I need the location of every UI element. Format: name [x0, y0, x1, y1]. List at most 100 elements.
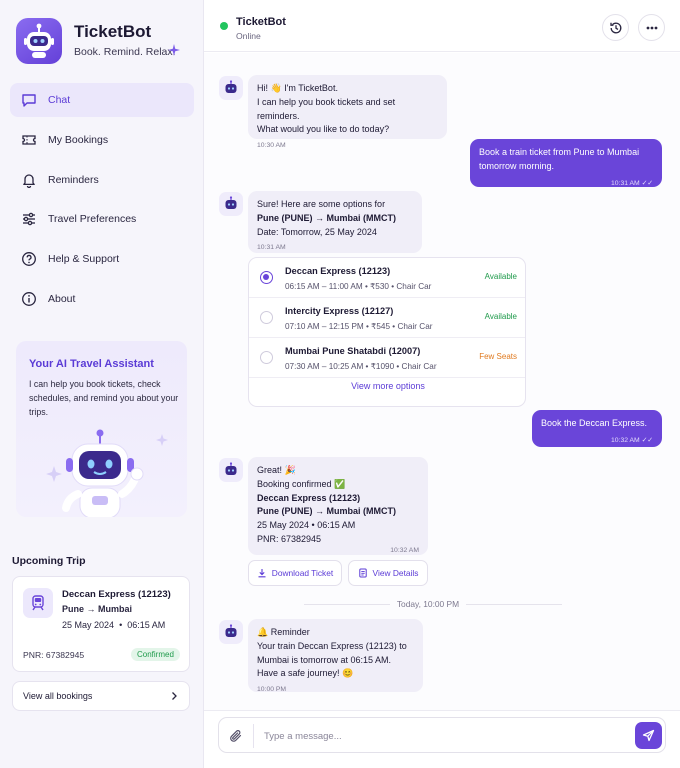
divider-line	[466, 604, 562, 605]
nav-label: My Bookings	[48, 134, 109, 146]
help-icon	[20, 250, 38, 268]
message-text: 🔔 Reminder	[257, 627, 310, 637]
assistant-promo-card: Your AI Travel Assistant I can help you …	[16, 341, 187, 517]
nav-item-about[interactable]: About	[10, 282, 194, 316]
train-name: Deccan Express (12123)	[285, 266, 391, 276]
paperclip-icon	[230, 730, 242, 742]
nav-item-chat[interactable]: Chat	[10, 83, 194, 117]
message-text: Deccan Express (12123)	[257, 492, 361, 503]
message-text: Date: Tomorrow, 25 May 2024	[257, 226, 377, 237]
divider-line	[304, 604, 390, 605]
option-radio[interactable]	[260, 311, 273, 324]
trip-date: 25 May 2024	[62, 620, 115, 630]
message-text: Book the Deccan Express.	[541, 418, 648, 428]
message-text: Have a safe journey! 😊	[257, 668, 354, 679]
chat-title: TicketBot	[236, 16, 286, 28]
chat-icon	[20, 91, 38, 109]
train-option[interactable]: Deccan Express (12123) 06:15 AM – 11:00 …	[249, 258, 525, 298]
message-time: 10:30 AM	[257, 142, 286, 150]
nav-item-reminders[interactable]: Reminders	[10, 163, 194, 197]
message-time: 10:31 AM ✓✓	[611, 179, 653, 187]
reminder-message: 🔔 Reminder Your train Deccan Express (12…	[248, 619, 423, 693]
ticket-icon	[20, 131, 38, 149]
send-icon	[642, 729, 655, 742]
download-ticket-button[interactable]: Download Ticket	[248, 560, 342, 586]
upcoming-trip-heading: Upcoming Trip	[12, 555, 86, 567]
robot-mascot-icon	[46, 429, 168, 517]
message-text: Booking confirmed ✅	[257, 478, 346, 489]
trip-datetime: 25 May 2024 • 06:15 AM	[62, 620, 165, 630]
train-option[interactable]: Intercity Express (12127) 07:10 AM – 12:…	[249, 298, 525, 338]
document-icon	[358, 568, 367, 578]
train-options-card: Deccan Express (12123) 06:15 AM – 11:00 …	[248, 257, 526, 407]
message-time: 10:32 AM ✓✓	[611, 436, 653, 444]
nav-label: Reminders	[48, 174, 99, 186]
sliders-icon	[20, 210, 38, 228]
message-time: 10:31 AM	[257, 244, 286, 252]
view-details-button[interactable]: View Details	[348, 560, 428, 586]
bell-icon	[20, 171, 38, 189]
bot-avatar	[219, 458, 243, 482]
view-more-options-link[interactable]: View more options	[249, 381, 525, 391]
robot-icon	[225, 196, 237, 209]
user-message: Book a train ticket from Pune to Mumbai …	[470, 139, 662, 187]
sidebar: TicketBot Book. Remind. Relax. Chat My B…	[0, 0, 204, 768]
message-text: Great! 🎉	[257, 465, 296, 475]
message-text: Mumbai is tomorrow at 06:15 AM.	[257, 654, 392, 665]
train-icon	[23, 588, 53, 618]
promo-text: I can help you book tickets, check sched…	[29, 379, 179, 417]
promo-title: Your AI Travel Assistant	[29, 358, 154, 370]
message-text: Hi! 👋 I'm TicketBot.	[257, 83, 338, 93]
trip-time: 06:15 AM	[127, 620, 166, 630]
bot-message: Great! 🎉 Booking confirmed ✅ Deccan Expr…	[248, 457, 428, 555]
availability-status: Available	[484, 272, 517, 281]
message-text: PNR: 67382945	[257, 533, 322, 544]
brand-tagline: Book. Remind. Relax.	[74, 46, 176, 58]
nav-item-my-bookings[interactable]: My Bookings	[10, 123, 194, 157]
upcoming-trip-card[interactable]: Deccan Express (12123) Pune → Mumbai 25 …	[12, 576, 190, 672]
trip-pnr: PNR: 67382945	[23, 650, 85, 660]
brand-name: TicketBot	[74, 22, 152, 41]
more-options-button[interactable]	[638, 14, 665, 41]
nav-label: Chat	[48, 94, 71, 106]
view-all-bookings-button[interactable]: View all bookings	[12, 681, 190, 711]
history-button[interactable]	[602, 14, 629, 41]
nav-label: About	[48, 293, 76, 305]
robot-icon	[225, 624, 237, 637]
trip-separator: •	[119, 620, 123, 630]
option-radio[interactable]	[260, 271, 273, 284]
robot-logo-icon	[24, 23, 54, 58]
chat-area: Hi! 👋 I'm TicketBot. I can help you book…	[204, 53, 680, 710]
availability-status: Available	[484, 312, 517, 321]
bot-message: Sure! Here are some options for Pune (PU…	[248, 191, 422, 253]
view-details-label: View Details	[372, 568, 419, 578]
train-meta: 07:10 AM – 12:15 PM • ₹545 • Chair Car	[285, 322, 433, 331]
nav-item-travel-preferences[interactable]: Travel Preferences	[10, 202, 194, 236]
train-meta: 07:30 AM – 10:25 AM • ₹1090 • Chair Car	[285, 362, 437, 371]
history-icon	[609, 22, 621, 33]
nav-label: Help & Support	[48, 253, 120, 265]
message-text: I can help you book tickets and set remi…	[257, 96, 396, 121]
logo	[16, 18, 62, 64]
robot-icon	[225, 80, 237, 93]
chat-status: Online	[236, 31, 261, 41]
message-time: 10:00 PM	[257, 686, 287, 694]
online-indicator	[220, 22, 228, 30]
train-option[interactable]: Mumbai Pune Shatabdi (12007) 07:30 AM – …	[249, 338, 525, 378]
message-time: 10:32 AM	[390, 546, 419, 554]
message-input[interactable]	[253, 724, 623, 748]
user-message: Book the Deccan Express. 10:32 AM ✓✓	[532, 410, 662, 447]
chevron-right-icon	[172, 692, 177, 700]
nav-item-help-support[interactable]: Help & Support	[10, 242, 194, 276]
bot-avatar	[219, 620, 243, 644]
train-name: Mumbai Pune Shatabdi (12007)	[285, 346, 421, 356]
trip-train-name: Deccan Express (12123)	[62, 589, 171, 600]
option-radio[interactable]	[260, 351, 273, 364]
message-text: Your train Deccan Express (12123) to	[257, 640, 407, 651]
bot-avatar	[219, 192, 243, 216]
chat-header: TicketBot Online	[204, 0, 680, 52]
message-text: Pune (PUNE) → Mumbai (MMCT)	[257, 506, 396, 517]
attach-button[interactable]	[227, 727, 245, 745]
send-button[interactable]	[635, 722, 662, 749]
bot-message: Hi! 👋 I'm TicketBot. I can help you book…	[248, 75, 447, 149]
